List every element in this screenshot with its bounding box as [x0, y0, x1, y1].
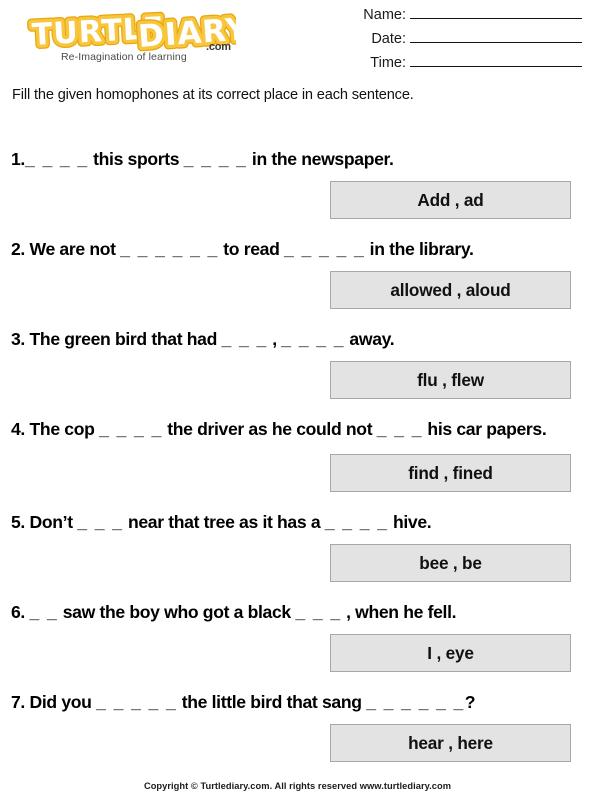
question-pre: Did you: [24, 692, 97, 712]
logo-tagline: Re-Imagination of learning: [61, 51, 187, 63]
question-post: , when he fell.: [341, 602, 457, 622]
answer-text: hear , here: [408, 732, 493, 753]
worksheet-instruction: Fill the given homophones at its correct…: [12, 87, 414, 103]
name-field-row: Name:: [320, 6, 582, 30]
answer-box[interactable]: I , eye: [330, 634, 571, 672]
question-pre: Don’t: [24, 512, 78, 532]
answer-text: flu , flew: [417, 369, 484, 390]
blank-2[interactable]: _ _ _: [295, 602, 341, 622]
blank-1[interactable]: _ _ _ _: [99, 419, 163, 439]
answer-text: bee , be: [419, 552, 482, 573]
blank-1[interactable]: _ _: [30, 602, 59, 622]
question-item: 3. The green bird that had _ _ _ , _ _ _…: [0, 313, 595, 403]
question-post: away.: [344, 329, 395, 349]
question-number: 3.: [11, 329, 25, 349]
question-mid: to read: [218, 239, 285, 259]
question-text: 3. The green bird that had _ _ _ , _ _ _…: [11, 327, 395, 352]
question-number: 1.: [11, 149, 25, 169]
question-pre: The cop: [24, 419, 100, 439]
date-field-input[interactable]: [410, 30, 582, 43]
student-info-fields: Name: Date: Time:: [320, 6, 582, 78]
footer-copyright: Copyright © Turtlediary.com. All rights …: [143, 781, 452, 791]
blank-1[interactable]: _ _ _ _ _: [96, 692, 177, 712]
question-post: hive.: [388, 512, 432, 532]
time-field-input[interactable]: [410, 54, 582, 67]
question-number: 2.: [11, 239, 25, 259]
question-pre: We are not: [24, 239, 121, 259]
blank-1[interactable]: _ _ _: [77, 512, 123, 532]
logo-dotcom-text: .com: [206, 41, 231, 53]
logo-wordmark-icon: TURTLE TURTLE TURTLE DIARY DIARY DIARY: [27, 8, 236, 54]
question-mid: the driver as he could not: [162, 419, 377, 439]
answer-text: allowed , aloud: [390, 279, 511, 300]
answer-box[interactable]: flu , flew: [330, 361, 571, 399]
question-mid: the little bird that sang: [177, 692, 367, 712]
blank-2[interactable]: _ _ _ _: [281, 329, 345, 349]
question-text: 2. We are not _ _ _ _ _ _ to read _ _ _ …: [11, 237, 474, 262]
question-pre: The green bird that had: [24, 329, 222, 349]
questions-list: 1._ _ _ _ this sports _ _ _ _ in the new…: [0, 133, 595, 766]
turtle-diary-logo[interactable]: TURTLE TURTLE TURTLE DIARY DIARY DIARY .…: [26, 8, 236, 68]
answer-box[interactable]: bee , be: [330, 544, 571, 582]
blank-2[interactable]: _ _ _: [377, 419, 423, 439]
answer-box[interactable]: hear , here: [330, 724, 571, 762]
blank-2[interactable]: _ _ _ _ _: [284, 239, 365, 259]
blank-2[interactable]: _ _ _ _: [184, 149, 248, 169]
question-post: in the newspaper.: [247, 149, 394, 169]
question-item: 4. The cop _ _ _ _ the driver as he coul…: [0, 403, 595, 496]
name-field-input[interactable]: [410, 6, 582, 19]
date-field-row: Date:: [320, 30, 582, 54]
question-text: 5. Don’t _ _ _ near that tree as it has …: [11, 510, 432, 535]
question-mid: ,: [267, 329, 282, 349]
question-post: his car papers.: [422, 419, 547, 439]
question-mid: near that tree as it has a: [123, 512, 325, 532]
question-number: 7.: [11, 692, 25, 712]
question-text: 6. _ _ saw the boy who got a black _ _ _…: [11, 600, 457, 625]
question-text: 4. The cop _ _ _ _ the driver as he coul…: [11, 417, 586, 442]
blank-2[interactable]: _ _ _ _ _ _: [366, 692, 465, 712]
worksheet-header: TURTLE TURTLE TURTLE DIARY DIARY DIARY .…: [0, 0, 595, 82]
answer-box[interactable]: allowed , aloud: [330, 271, 571, 309]
time-field-label: Time:: [370, 55, 406, 71]
blank-1[interactable]: _ _ _: [222, 329, 268, 349]
question-mid: saw the boy who got a black: [58, 602, 296, 622]
question-mid: this sports: [88, 149, 184, 169]
answer-text: I , eye: [427, 642, 474, 663]
question-item: 5. Don’t _ _ _ near that tree as it has …: [0, 496, 595, 586]
blank-1[interactable]: _ _ _ _: [25, 149, 89, 169]
question-item: 7. Did you _ _ _ _ _ the little bird tha…: [0, 676, 595, 766]
question-number: 5.: [11, 512, 25, 532]
blank-1[interactable]: _ _ _ _ _ _: [120, 239, 219, 259]
name-field-label: Name:: [363, 7, 406, 23]
question-post: in the library.: [365, 239, 474, 259]
question-item: 1._ _ _ _ this sports _ _ _ _ in the new…: [0, 133, 595, 223]
date-field-label: Date:: [371, 31, 406, 47]
blank-2[interactable]: _ _ _ _: [325, 512, 389, 532]
question-item: 2. We are not _ _ _ _ _ _ to read _ _ _ …: [0, 223, 595, 313]
answer-box[interactable]: Add , ad: [330, 181, 571, 219]
answer-text: find , fined: [408, 462, 493, 483]
time-field-row: Time:: [320, 54, 582, 78]
answer-box[interactable]: find , fined: [330, 454, 571, 492]
question-text: 1._ _ _ _ this sports _ _ _ _ in the new…: [11, 147, 394, 172]
question-item: 6. _ _ saw the boy who got a black _ _ _…: [0, 586, 595, 676]
question-post: ?: [464, 692, 476, 712]
answer-text: Add , ad: [417, 189, 484, 210]
question-number: 6.: [11, 602, 25, 622]
question-number: 4.: [11, 419, 25, 439]
question-text: 7. Did you _ _ _ _ _ the little bird tha…: [11, 690, 476, 715]
